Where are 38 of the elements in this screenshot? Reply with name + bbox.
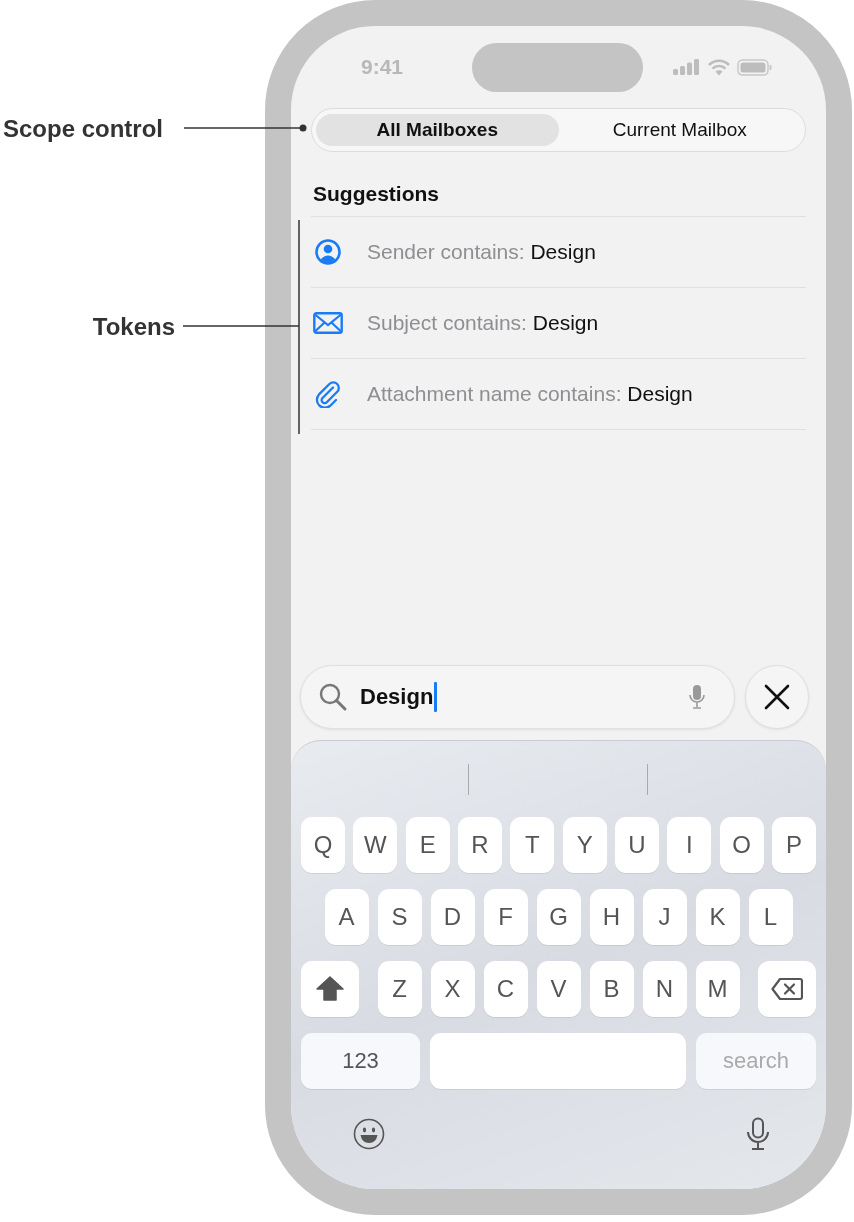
keyboard-key[interactable]: D bbox=[430, 889, 475, 945]
keyboard-key[interactable]: F bbox=[483, 889, 528, 945]
scope-segment[interactable]: Current Mailbox bbox=[558, 114, 801, 146]
keyboard-key[interactable]: A bbox=[324, 889, 369, 945]
keyboard-key[interactable]: H bbox=[589, 889, 634, 945]
status-time: 9:41 bbox=[361, 55, 405, 79]
search-field[interactable]: Design bbox=[300, 665, 735, 729]
section-heading: Suggestions bbox=[313, 182, 440, 206]
token-label[interactable]: Sender contains: Design bbox=[367, 240, 596, 264]
keyboard-key[interactable]: U bbox=[614, 817, 659, 873]
keyboard-key[interactable]: R bbox=[458, 817, 502, 873]
keyboard-key[interactable]: Z bbox=[377, 961, 422, 1017]
keyboard-key[interactable]: X bbox=[430, 961, 475, 1017]
keyboard-key[interactable]: O bbox=[719, 817, 764, 873]
keyboard-key[interactable]: P bbox=[771, 817, 816, 873]
callout-label: Scope control bbox=[3, 115, 164, 143]
keyboard-key[interactable]: C bbox=[483, 961, 528, 1017]
keyboard-key[interactable]: B bbox=[589, 961, 634, 1017]
keyboard-key[interactable]: G bbox=[536, 889, 581, 945]
keyboard-key[interactable]: W bbox=[353, 817, 398, 873]
token-label[interactable]: Subject contains: Design bbox=[367, 311, 599, 335]
keyboard-key[interactable]: K bbox=[695, 889, 740, 945]
numbers-key[interactable]: 123 bbox=[301, 1033, 420, 1089]
keyboard-key[interactable]: L bbox=[748, 889, 793, 945]
scope-segment[interactable]: All Mailboxes bbox=[316, 114, 559, 146]
keyboard-key[interactable]: T bbox=[510, 817, 555, 873]
keyboard-key[interactable]: V bbox=[536, 961, 581, 1017]
keyboard-key[interactable]: I bbox=[667, 817, 712, 873]
keyboard-key[interactable]: J bbox=[642, 889, 687, 945]
keyboard-key[interactable]: M bbox=[695, 961, 740, 1017]
keyboard-key[interactable]: N bbox=[642, 961, 687, 1017]
keyboard-key[interactable]: Q bbox=[301, 817, 345, 873]
search-text: Design bbox=[360, 684, 434, 710]
callout-label: Tokens bbox=[92, 313, 175, 341]
keyboard-key[interactable]: Y bbox=[562, 817, 607, 873]
keyboard-key[interactable]: E bbox=[405, 817, 450, 873]
keyboard-key[interactable]: S bbox=[377, 889, 422, 945]
token-label[interactable]: Attachment name contains: Design bbox=[367, 382, 693, 406]
